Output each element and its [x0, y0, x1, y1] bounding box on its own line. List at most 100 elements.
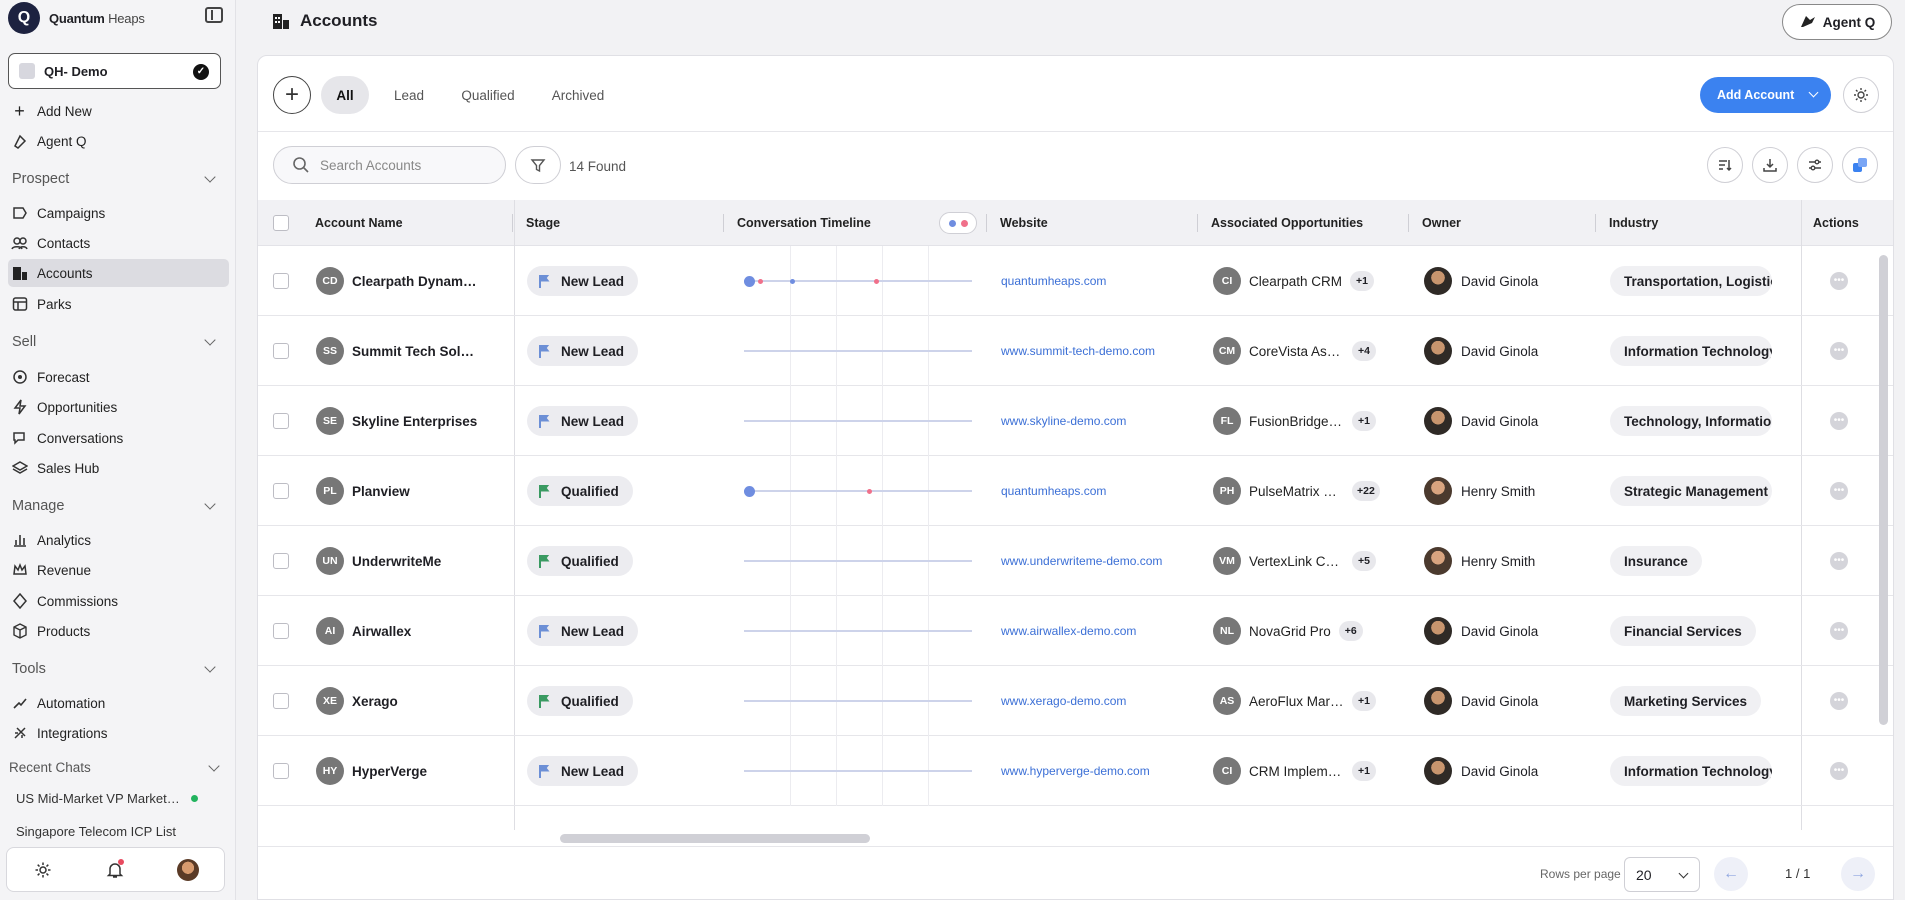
account-name[interactable]: HyperVerge — [352, 764, 427, 779]
stage-badge[interactable]: Qualified — [527, 476, 633, 506]
account-name[interactable]: Xerago — [352, 694, 398, 709]
recent-chat-item[interactable]: Singapore Telecom ICP List — [16, 824, 196, 839]
sidebar-toggle-icon[interactable] — [205, 7, 223, 23]
account-name[interactable]: Skyline Enterprises — [352, 414, 477, 429]
rows-per-page-select[interactable]: 20 — [1624, 857, 1700, 892]
account-name[interactable]: UnderwriteMe — [352, 554, 441, 569]
timeline-event-dot[interactable] — [758, 278, 763, 284]
table-row[interactable]: CD Clearpath Dynamics New Lead quantumhe… — [258, 246, 1893, 316]
more-actions-icon[interactable]: ••• — [1830, 482, 1848, 500]
row-checkbox[interactable] — [273, 343, 289, 359]
more-actions-icon[interactable]: ••• — [1830, 692, 1848, 710]
conversation-timeline[interactable] — [744, 666, 974, 736]
agent-q-button[interactable]: Agent Q — [1782, 4, 1892, 40]
sidebar-item-opportunities[interactable]: Opportunities — [8, 393, 229, 421]
column-website[interactable]: Website — [1000, 200, 1048, 246]
website-link[interactable]: www.hyperverge-demo.com — [1001, 764, 1150, 778]
column-conversation-timeline[interactable]: Conversation Timeline — [737, 200, 871, 246]
column-owner[interactable]: Owner — [1422, 200, 1461, 246]
sidebar-item-sales-hub[interactable]: Sales Hub — [8, 454, 229, 482]
conversation-timeline[interactable] — [744, 526, 974, 596]
stage-badge[interactable]: New Lead — [527, 336, 639, 366]
sidebar-item-automation[interactable]: Automation — [8, 689, 229, 717]
sidebar-item-parks[interactable]: Parks — [8, 290, 229, 318]
row-checkbox[interactable] — [273, 693, 289, 709]
opportunity-name[interactable]: VertexLink CRM — [1249, 554, 1344, 569]
timeline-event-dot[interactable] — [874, 278, 879, 284]
sidebar-item-revenue[interactable]: Revenue — [8, 556, 229, 584]
table-row[interactable]: HY HyperVerge New Lead www.hyperverge-de… — [258, 736, 1893, 806]
column-associated-opportunities[interactable]: Associated Opportunities — [1211, 200, 1363, 246]
timeline-event-dot[interactable] — [790, 278, 795, 284]
stage-badge[interactable]: Qualified — [527, 686, 633, 716]
add-account-button[interactable]: Add Account — [1700, 77, 1831, 113]
website-link[interactable]: www.airwallex-demo.com — [1001, 624, 1136, 638]
row-checkbox[interactable] — [273, 553, 289, 569]
table-row[interactable]: UN UnderwriteMe Qualified www.underwrite… — [258, 526, 1893, 596]
vertical-scrollbar[interactable] — [1879, 255, 1888, 725]
sidebar-item-commissions[interactable]: Commissions — [8, 587, 229, 615]
table-row[interactable]: PL Planview Qualified quantumheaps.com P… — [258, 456, 1893, 526]
table-settings-button[interactable] — [1843, 77, 1879, 113]
opportunity-name[interactable]: AeroFlux Market — [1249, 694, 1344, 709]
account-name[interactable]: Clearpath Dynamics — [352, 274, 480, 289]
tab-all[interactable]: All — [321, 76, 369, 114]
column-account-name[interactable]: Account Name — [315, 200, 403, 246]
timeline-legend-toggle[interactable] — [939, 212, 977, 234]
settings-gear-icon[interactable] — [31, 858, 55, 882]
conversation-timeline[interactable] — [744, 246, 974, 316]
account-name[interactable]: Planview — [352, 484, 410, 499]
more-actions-icon[interactable]: ••• — [1830, 412, 1848, 430]
website-link[interactable]: www.skyline-demo.com — [1001, 414, 1126, 428]
row-checkbox[interactable] — [273, 413, 289, 429]
opportunity-name[interactable]: FusionBridge Link — [1249, 414, 1344, 429]
opportunity-name[interactable]: PulseMatrix Hub — [1249, 484, 1344, 499]
tab-archived[interactable]: Archived — [536, 76, 620, 114]
opportunity-more-badge[interactable]: +4 — [1352, 341, 1376, 361]
row-checkbox[interactable] — [273, 623, 289, 639]
stage-badge[interactable]: New Lead — [527, 406, 639, 436]
sidebar-item-analytics[interactable]: Analytics — [8, 526, 229, 554]
sidebar-item-conversations[interactable]: Conversations — [8, 424, 229, 452]
more-actions-icon[interactable]: ••• — [1830, 342, 1848, 360]
website-link[interactable]: www.xerago-demo.com — [1001, 694, 1126, 708]
account-name[interactable]: Airwallex — [352, 624, 411, 639]
sort-button[interactable] — [1707, 147, 1743, 183]
timeline-event-dot[interactable] — [744, 485, 755, 497]
search-input[interactable] — [320, 157, 490, 173]
website-link[interactable]: www.underwriteme-demo.com — [1001, 554, 1162, 568]
section-prospect[interactable]: Prospect — [12, 171, 218, 187]
opportunity-more-badge[interactable]: +1 — [1352, 761, 1376, 781]
more-actions-icon[interactable]: ••• — [1830, 552, 1848, 570]
opportunity-more-badge[interactable]: +1 — [1352, 691, 1376, 711]
timeline-event-dot[interactable] — [744, 275, 755, 287]
opportunity-more-badge[interactable]: +22 — [1352, 481, 1380, 501]
row-checkbox[interactable] — [273, 763, 289, 779]
brand[interactable]: Q Quantum Heaps — [8, 2, 228, 34]
row-checkbox[interactable] — [273, 273, 289, 289]
stage-badge[interactable]: New Lead — [527, 266, 639, 296]
conversation-timeline[interactable] — [744, 736, 974, 806]
sidebar-item-accounts[interactable]: Accounts — [8, 259, 229, 287]
download-button[interactable] — [1752, 147, 1788, 183]
opportunity-name[interactable]: NovaGrid Pro — [1249, 624, 1331, 639]
opportunity-more-badge[interactable]: +5 — [1352, 551, 1376, 571]
bell-icon[interactable] — [103, 858, 127, 882]
search-box[interactable] — [273, 146, 506, 184]
column-stage[interactable]: Stage — [526, 200, 560, 246]
user-avatar[interactable] — [176, 858, 200, 882]
website-link[interactable]: www.summit-tech-demo.com — [1001, 344, 1155, 358]
more-actions-icon[interactable]: ••• — [1830, 762, 1848, 780]
add-view-button[interactable]: + — [273, 76, 311, 114]
table-row[interactable]: SE Skyline Enterprises New Lead www.skyl… — [258, 386, 1893, 456]
opportunity-more-badge[interactable]: +1 — [1352, 411, 1376, 431]
horizontal-scrollbar[interactable] — [540, 831, 1820, 843]
stage-badge[interactable]: New Lead — [527, 616, 639, 646]
sidebar-item-products[interactable]: Products — [8, 617, 229, 645]
section-manage[interactable]: Manage — [12, 498, 218, 514]
timeline-event-dot[interactable] — [867, 488, 872, 494]
opportunity-name[interactable]: CoreVista Assist — [1249, 344, 1344, 359]
adjust-columns-button[interactable] — [1797, 147, 1833, 183]
table-row[interactable]: XE Xerago Qualified www.xerago-demo.com … — [258, 666, 1893, 736]
sidebar-item-forecast[interactable]: Forecast — [8, 363, 229, 391]
